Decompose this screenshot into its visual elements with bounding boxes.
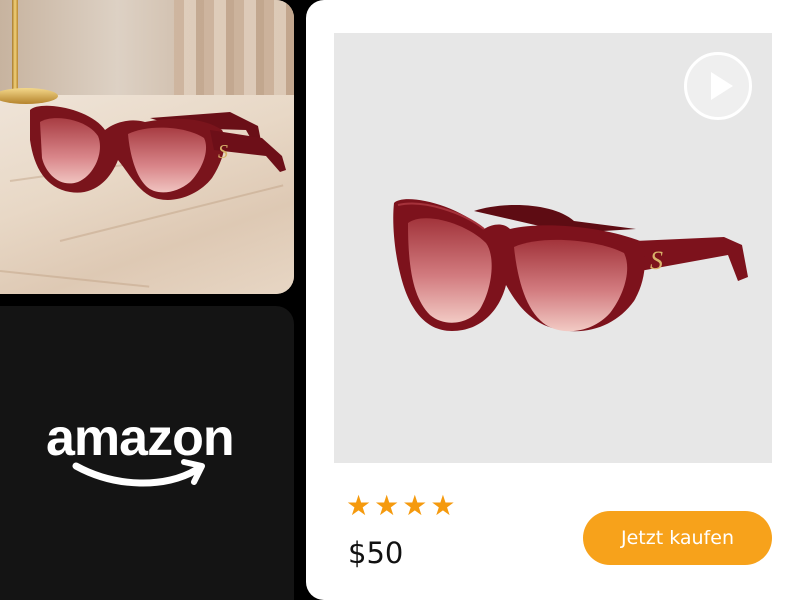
lifestyle-photo: S <box>0 0 294 294</box>
ad-canvas: S amazon S ★ ★ ★ ★ $50 Jetzt kaufen <box>0 0 800 600</box>
star-rating: ★ ★ ★ ★ <box>346 490 455 522</box>
amazon-logo: amazon <box>46 408 252 498</box>
play-icon <box>711 72 733 100</box>
amazon-smile-icon <box>72 459 205 487</box>
buy-now-button[interactable]: Jetzt kaufen <box>583 511 772 565</box>
cat-eye-sunglasses-icon: S <box>30 105 286 200</box>
product-price: $50 <box>348 536 404 570</box>
star-icon: ★ <box>402 489 428 522</box>
star-icon: ★ <box>346 489 372 522</box>
star-icon: ★ <box>430 489 456 522</box>
svg-text:S: S <box>650 246 663 275</box>
svg-text:S: S <box>218 141 228 163</box>
star-icon: ★ <box>374 489 400 522</box>
play-video-button[interactable] <box>684 52 752 120</box>
